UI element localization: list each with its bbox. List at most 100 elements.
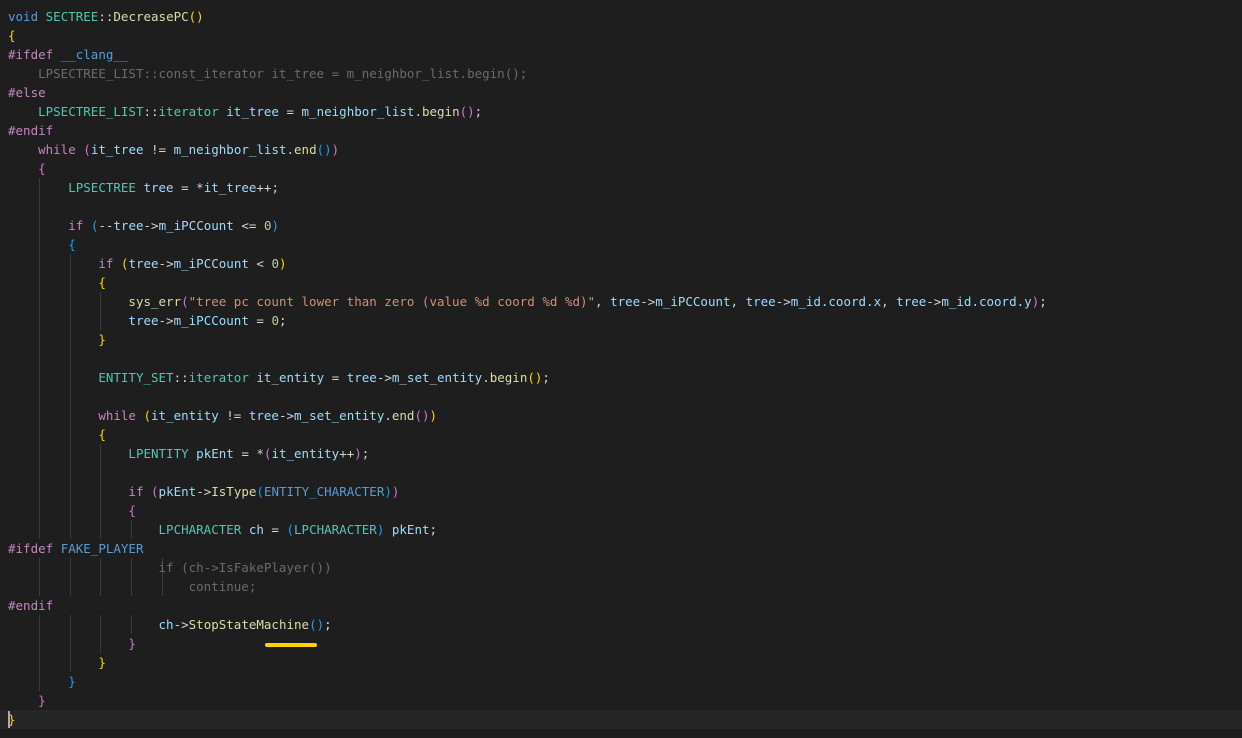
code-token: tree — [128, 313, 159, 328]
code-line[interactable]: LPSECTREE_LIST::iterator it_tree = m_nei… — [0, 102, 1242, 121]
code-line[interactable]: } — [0, 672, 1242, 691]
code-line[interactable]: } — [0, 653, 1242, 672]
code-line[interactable]: } — [0, 330, 1242, 349]
code-line[interactable]: } — [0, 691, 1242, 710]
indent-guide — [70, 349, 71, 368]
code-line[interactable]: ENTITY_SET::iterator it_entity = tree->m… — [0, 368, 1242, 387]
code-token: __clang__ — [60, 47, 129, 62]
code-line[interactable]: void SECTREE::DecreasePC() — [0, 7, 1242, 26]
code-line[interactable]: while (it_entity != tree->m_set_entity.e… — [0, 406, 1242, 425]
code-line[interactable]: { — [0, 273, 1242, 292]
code-text: sys_err("tree pc count lower than zero (… — [8, 292, 1046, 311]
code-line[interactable] — [0, 349, 1242, 368]
code-text: if (tree->m_iPCCount < 0) — [8, 254, 286, 273]
code-token: = — [324, 370, 347, 385]
code-token: tree — [143, 180, 174, 195]
code-line[interactable]: while (it_tree != m_neighbor_list.end()) — [0, 140, 1242, 159]
code-token: end — [294, 142, 317, 157]
code-token: tree — [896, 294, 927, 309]
code-text: if (ch->IsFakePlayer()) — [8, 558, 332, 577]
code-token: () — [309, 617, 325, 632]
code-token: m_iPCCount — [158, 218, 234, 233]
code-line[interactable]: LPCHARACTER ch = (LPCHARACTER) pkEnt; — [0, 520, 1242, 539]
code-line[interactable]: if (pkEnt->IsType(ENTITY_CHARACTER)) — [0, 482, 1242, 501]
code-token: :: — [173, 370, 189, 385]
code-text: #endif — [8, 121, 53, 140]
code-text: #else — [8, 83, 46, 102]
code-line[interactable]: { — [0, 425, 1242, 444]
code-token: ch — [248, 522, 264, 537]
code-token: LPSECTREE — [68, 180, 136, 195]
code-token: #ifdef — [8, 47, 54, 62]
code-line[interactable]: tree->m_iPCCount = 0; — [0, 311, 1242, 330]
code-token: . — [286, 142, 295, 157]
code-token: m_iPCCount — [173, 313, 249, 328]
code-line[interactable]: continue; — [0, 577, 1242, 596]
code-line[interactable] — [0, 197, 1242, 216]
code-token: m_set_entity — [294, 408, 385, 423]
code-editor[interactable]: void SECTREE::DecreasePC(){#ifdef __clan… — [0, 0, 1242, 738]
code-token: = — [248, 313, 272, 328]
code-text: { — [8, 159, 46, 178]
code-token: = * — [233, 446, 264, 461]
code-token: if — [128, 484, 144, 499]
indent-guide — [100, 463, 101, 482]
code-line[interactable]: } — [0, 710, 1242, 729]
code-line[interactable]: #else — [0, 83, 1242, 102]
code-line[interactable]: } — [0, 634, 1242, 653]
code-token: x — [873, 294, 882, 309]
code-line[interactable]: #endif — [0, 596, 1242, 615]
code-text: LPENTITY pkEnt = *(it_entity++); — [8, 444, 369, 463]
code-token: } — [128, 636, 136, 651]
code-token: #endif — [8, 598, 54, 613]
code-token: pkEnt — [196, 446, 234, 461]
code-line[interactable] — [0, 463, 1242, 482]
code-token: LPSECTREE_LIST — [38, 104, 144, 119]
code-token: ; — [542, 370, 550, 385]
code-token: -> — [278, 408, 295, 423]
code-token: ) — [271, 218, 280, 233]
code-token: DecreasePC — [113, 9, 189, 24]
code-line[interactable]: { — [0, 235, 1242, 254]
code-token: = — [278, 104, 302, 119]
code-line[interactable]: #ifdef __clang__ — [0, 45, 1242, 64]
code-token: -> — [926, 294, 942, 309]
code-token: ch — [158, 617, 174, 632]
code-line[interactable]: #ifdef FAKE_PLAYER — [0, 539, 1242, 558]
code-line[interactable]: { — [0, 26, 1242, 45]
code-line[interactable]: ch->StopStateMachine(); — [0, 615, 1242, 634]
code-line[interactable]: sys_err("tree pc count lower than zero (… — [0, 292, 1242, 311]
code-token: -> — [376, 370, 392, 385]
code-line[interactable]: { — [0, 501, 1242, 520]
code-line[interactable] — [0, 387, 1242, 406]
code-token: ( — [181, 294, 189, 309]
text-cursor — [8, 711, 10, 728]
code-line[interactable]: LPSECTREE tree = *it_tree++; — [0, 178, 1242, 197]
code-text: } — [8, 634, 136, 653]
code-token: void — [8, 9, 39, 24]
code-line[interactable]: { — [0, 159, 1242, 178]
code-line[interactable]: if (tree->m_iPCCount < 0) — [0, 254, 1242, 273]
code-token: LPENTITY — [128, 446, 189, 461]
code-line[interactable]: if (ch->IsFakePlayer()) — [0, 558, 1242, 577]
code-line[interactable]: LPSECTREE_LIST::const_iterator it_tree =… — [0, 64, 1242, 83]
code-line[interactable]: LPENTITY pkEnt = *(it_entity++); — [0, 444, 1242, 463]
code-line[interactable]: #endif — [0, 121, 1242, 140]
code-text: void SECTREE::DecreasePC() — [8, 7, 204, 26]
code-token: . — [971, 294, 979, 309]
code-token: . — [866, 294, 874, 309]
code-token: , — [881, 294, 897, 309]
code-text: while (it_tree != m_neighbor_list.end()) — [8, 140, 339, 159]
code-token: ( — [83, 142, 91, 157]
indent-guide — [39, 463, 40, 482]
code-line[interactable]: if (--tree->m_iPCCount <= 0) — [0, 216, 1242, 235]
code-token: m_iPCCount — [655, 294, 731, 309]
